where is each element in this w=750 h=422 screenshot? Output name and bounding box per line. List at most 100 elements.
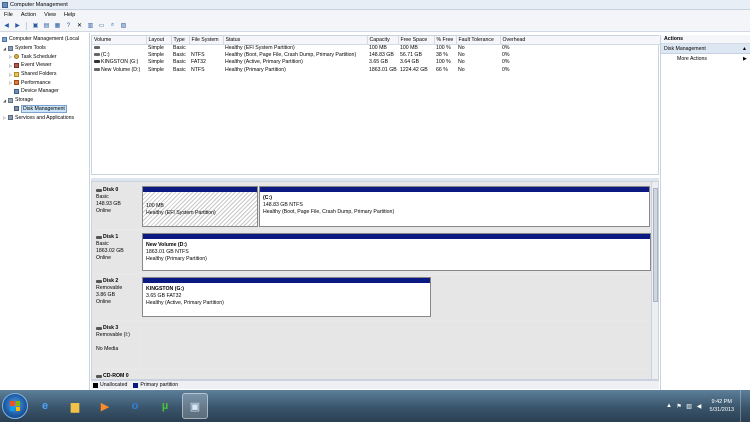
tree-item-storage[interactable]: ◢ Storage	[0, 96, 89, 105]
tree-item-services-and-applications[interactable]: ▷ Services and Applications	[0, 113, 89, 122]
title-bar: Computer Management	[0, 0, 750, 10]
disk-label[interactable]: Disk 3 Removable (I:) No Media	[92, 322, 140, 368]
tree-item-event-viewer[interactable]: ▷ Event Viewer	[0, 61, 89, 70]
column-header-overhead[interactable]: Overhead	[500, 36, 661, 45]
disk-label[interactable]: Disk 0 Basic 148.93 GB Online	[92, 184, 140, 229]
tree-item-shared-folders[interactable]: ▷ Shared Folders	[0, 70, 89, 79]
table-row[interactable]: Simple Basic Healthy (EFI System Partiti…	[92, 44, 660, 51]
tree-item-computer-management[interactable]: Computer Management (Local	[0, 35, 89, 44]
tree-item-performance[interactable]: ▷ Performance	[0, 78, 89, 87]
show-hide-tree-icon[interactable]: ▤	[42, 21, 51, 30]
expand-icon[interactable]: ▷	[8, 54, 13, 59]
system-tray: ▲ ⚑ ▥ ◀ 9:42 PM 5/31/2013	[666, 390, 750, 422]
expand-icon[interactable]: ▷	[8, 72, 13, 77]
table-row[interactable]: New Volume (D:) Simple Basic NTFS Health…	[92, 66, 660, 73]
disk-label[interactable]: CD-ROM 0 DVD (E:)	[92, 370, 140, 379]
properties-sheet-icon[interactable]: ▥	[86, 21, 95, 30]
collapse-icon[interactable]: ◢	[2, 98, 7, 103]
column-header-fault-tolerance[interactable]: Fault Tolerance	[456, 36, 501, 45]
media-player-icon[interactable]: ▶	[92, 393, 118, 419]
menu-action[interactable]: Action	[21, 12, 36, 18]
back-icon[interactable]: ◀	[2, 21, 11, 30]
partition-c[interactable]: (C:) 148.83 GB NTFS Healthy (Boot, Page …	[259, 186, 650, 227]
table-row[interactable]: KINGSTON (G:) Simple Basic FAT32 Healthy…	[92, 59, 660, 66]
disk-management-icon	[14, 106, 19, 112]
utorrent-icon[interactable]: µ	[152, 393, 178, 419]
clock-icon	[14, 54, 19, 60]
actions-section-disk-management[interactable]: Disk Management ▲	[661, 44, 750, 54]
menu-bar: File Action View Help	[0, 10, 750, 20]
toolbar-separator	[26, 21, 27, 30]
partition-efi[interactable]: 100 MB Healthy (EFI System Partition)	[142, 186, 258, 227]
removable-disk-icon	[96, 280, 102, 283]
disk-label[interactable]: Disk 2 Removable 3.86 GB Online	[92, 275, 140, 320]
column-header-percent-free[interactable]: % Free	[434, 36, 457, 45]
partition-d[interactable]: New Volume (D:) 1863.01 GB NTFS Healthy …	[142, 233, 651, 271]
tree-item-device-manager[interactable]: Device Manager	[0, 87, 89, 96]
disk-type: Removable (I:)	[96, 332, 131, 338]
more-actions[interactable]: More Actions ▶	[661, 54, 750, 64]
help-icon[interactable]: ?	[64, 21, 73, 30]
status-cell: Healthy (Boot, Page File, Crash Dump, Pr…	[225, 51, 357, 58]
clock[interactable]: 9:42 PM 5/31/2013	[710, 398, 734, 414]
column-header-capacity[interactable]: Capacity	[367, 36, 399, 45]
table-row[interactable]: (C:) Simple Basic NTFS Healthy (Boot, Pa…	[92, 51, 660, 58]
free-space-cell: 100 MB	[400, 44, 418, 51]
internet-explorer-icon[interactable]: e	[32, 393, 58, 419]
show-hidden-icons-icon[interactable]: ▲	[666, 403, 673, 410]
start-button[interactable]	[2, 393, 28, 419]
disk-icon	[96, 236, 102, 239]
show-desktop-button[interactable]	[740, 390, 748, 422]
layout-cell: Simple	[148, 66, 164, 73]
primary-swatch	[133, 382, 139, 388]
column-header-type[interactable]: Type	[171, 36, 190, 45]
scrollbar-thumb[interactable]	[653, 188, 658, 302]
action-center-flag-icon[interactable]: ⚑	[676, 403, 683, 410]
tree-item-disk-management[interactable]: Disk Management	[0, 104, 89, 114]
search-icon[interactable]: ⌕	[108, 21, 117, 30]
disk-status: Online	[96, 299, 111, 305]
expand-icon[interactable]: ▷	[8, 80, 13, 85]
event-viewer-icon	[14, 62, 19, 68]
windows-explorer-icon[interactable]: ▆	[62, 393, 88, 419]
disk-partition-area	[141, 322, 652, 368]
disk-view-scrollbar[interactable]	[651, 182, 658, 379]
refresh-icon[interactable]: ▧	[119, 21, 128, 30]
properties-icon[interactable]: ▦	[53, 21, 62, 30]
volume-cell: (C:)	[92, 51, 146, 58]
disk-label[interactable]: Disk 1 Basic 1863.02 GB Online	[92, 231, 140, 273]
partition-g[interactable]: KINGSTON (G:) 3.65 GB FAT32 Healthy (Act…	[142, 277, 431, 317]
forward-icon[interactable]: ▶	[13, 21, 22, 30]
collapse-arrow-icon[interactable]: ▲	[742, 46, 747, 52]
open-icon[interactable]: ▭	[97, 21, 106, 30]
menu-help[interactable]: Help	[64, 12, 75, 18]
percent-free-cell: 38 %	[436, 51, 448, 58]
network-icon[interactable]: ▥	[686, 403, 693, 410]
collapse-icon[interactable]: ◢	[2, 46, 7, 51]
capacity-cell: 148.83 GB	[369, 51, 394, 58]
tree-item-task-scheduler[interactable]: ▷ Task Scheduler	[0, 52, 89, 61]
partition-size: 3.65 GB FAT32	[146, 293, 182, 299]
tree-item-system-tools[interactable]: ◢ System Tools	[0, 44, 89, 53]
computer-management-icon[interactable]: ▣	[182, 393, 208, 419]
volume-cell: New Volume (D:)	[92, 66, 146, 73]
expand-icon[interactable]: ▷	[2, 115, 7, 120]
column-header-volume[interactable]: Volume	[92, 36, 147, 45]
menu-file[interactable]: File	[4, 12, 13, 18]
column-header-layout[interactable]: Layout	[146, 36, 172, 45]
disk-partition-area: KINGSTON (G:) 3.65 GB FAT32 Healthy (Act…	[141, 275, 652, 320]
delete-icon[interactable]: ✕	[75, 21, 84, 30]
up-icon[interactable]: ▣	[31, 21, 40, 30]
expand-icon[interactable]: ▷	[8, 63, 13, 68]
volume-icon[interactable]: ◀	[696, 403, 703, 410]
file-system-cell	[189, 44, 223, 51]
column-header-file-system[interactable]: File System	[189, 36, 224, 45]
column-header-free-space[interactable]: Free Space	[398, 36, 435, 45]
performance-icon	[14, 80, 19, 86]
volume-list: Volume Layout Type File System Status Ca…	[91, 35, 661, 175]
disk-size: 3.86 GB	[96, 292, 116, 298]
volume-cell	[92, 44, 146, 51]
menu-view[interactable]: View	[44, 12, 56, 18]
outlook-icon[interactable]: o	[122, 393, 148, 419]
column-header-status[interactable]: Status	[223, 36, 368, 45]
